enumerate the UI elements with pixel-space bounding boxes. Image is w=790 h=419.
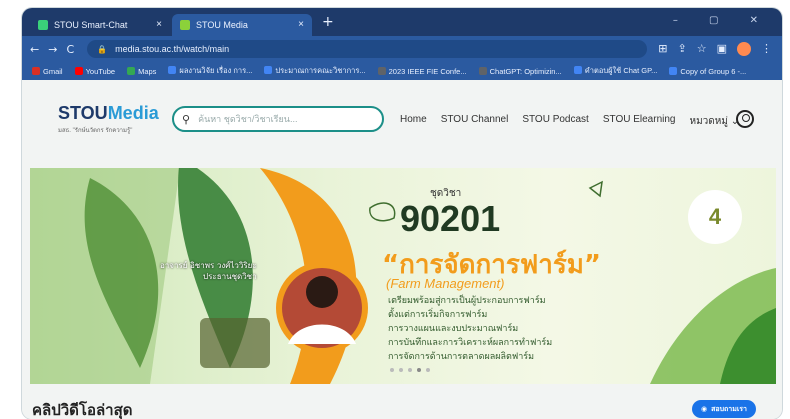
translate-icon[interactable]: ⊞ — [658, 42, 667, 56]
globe-icon — [264, 66, 273, 74]
bookmark-item[interactable]: Gmail — [32, 66, 63, 76]
url-bar[interactable]: 🔒 media.stou.ac.th/watch/main — [87, 40, 648, 58]
logo-text: STOUMedia — [58, 103, 159, 123]
reload-button[interactable]: C — [66, 43, 74, 56]
favicon-icon — [180, 20, 190, 30]
youtube-icon — [74, 66, 83, 75]
maps-icon — [127, 66, 136, 75]
bookmark-label: Gmail — [43, 66, 63, 76]
nav-categories[interactable]: หมวดหมู่ ⌄ — [689, 114, 739, 129]
globe-icon — [168, 66, 177, 74]
forward-button[interactable]: → — [48, 43, 57, 56]
close-tab-icon[interactable]: × — [156, 19, 162, 30]
bookmark-label: YouTube — [85, 66, 116, 76]
profile-avatar[interactable] — [737, 42, 751, 56]
bookmark-item[interactable]: Maps — [127, 66, 157, 76]
bookmark-item[interactable]: 2023 IEEE FIE Confe... — [377, 66, 467, 76]
page-icon — [478, 66, 487, 75]
carousel-dots — [390, 368, 430, 372]
chat-button[interactable]: ◉ สอบถามเรา — [692, 400, 756, 418]
browser-window: STOU Smart-Chat × STOU Media × + – ▢ ✕ ←… — [22, 8, 782, 419]
bookmarks-bar: Gmail YouTube Maps ผลงานวิจัย เรื่อง การ… — [22, 62, 782, 80]
anniversary-badge: 4 — [688, 190, 742, 244]
menu-icon[interactable]: ⋮ — [761, 42, 772, 56]
globe-icon — [573, 66, 582, 74]
banner-topics: เตรียมพร้อมสู่การเป็นผู้ประกอบการฟาร์ม ต… — [388, 294, 552, 364]
close-tab-icon[interactable]: × — [298, 19, 304, 30]
lock-icon: 🔒 — [97, 44, 108, 54]
carousel-dot[interactable] — [390, 368, 394, 372]
globe-icon — [669, 66, 678, 75]
banner-course-name-en: (Farm Management) — [386, 276, 505, 291]
back-button[interactable]: ← — [30, 43, 39, 56]
topic-line: เตรียมพร้อมสู่การเป็นผู้ประกอบการฟาร์ม — [388, 296, 546, 306]
favicon-icon — [38, 20, 48, 30]
bookmark-item[interactable]: ChatGPT: Optimizin... — [478, 66, 562, 76]
url-text: media.stou.ac.th/watch/main — [115, 44, 230, 54]
topic-line: ตั้งแต่การเริ่มกิจการฟาร์ม — [388, 310, 488, 320]
user-account-icon[interactable] — [736, 110, 754, 128]
presenter-caption: อาจารย์ อิชาพร วงศ์ไววิริยะ ประธานชุดวิช… — [160, 260, 257, 282]
topic-line: การวางแผนและงบประมาณฟาร์ม — [388, 324, 519, 334]
star-icon[interactable]: ☆ — [697, 42, 707, 56]
topic-line: การบันทึกและการวิเคราะห์ผลการทำฟาร์ม — [388, 338, 553, 348]
bookmark-label: Copy of Group 6 -... — [680, 66, 747, 76]
address-bar-row: ← → C 🔒 media.stou.ac.th/watch/main ⊞ ⇪ … — [22, 36, 782, 62]
page-icon — [377, 66, 386, 75]
site-logo[interactable]: STOUMedia มสธ. "รักษ์นวัตกร รักความรู้" — [58, 103, 159, 135]
new-tab-button[interactable]: + — [322, 14, 334, 30]
bookmark-label: 2023 IEEE FIE Confe... — [388, 66, 467, 76]
carousel-dot[interactable] — [408, 368, 412, 372]
bookmark-label: Maps — [138, 66, 157, 76]
carousel-dot-active[interactable] — [417, 368, 421, 372]
messenger-icon: ◉ — [701, 405, 708, 413]
site-page: STOUMedia มสธ. "รักษ์นวัตกร รักความรู้" … — [22, 80, 782, 419]
bookmark-item[interactable]: คำตอบผู้ใช้ Chat GP... — [573, 65, 658, 77]
logo-tagline: มสธ. "รักษ์นวัตกร รักความรู้" — [58, 128, 133, 134]
topic-line: การจัดการด้านการตลาดผลผลิตฟาร์ม — [388, 352, 535, 362]
bookmark-item[interactable]: Copy of Group 6 -... — [669, 66, 747, 76]
bookmark-label: ChatGPT: Optimizin... — [489, 66, 562, 76]
tab-strip: STOU Smart-Chat × STOU Media × + – ▢ ✕ — [22, 8, 782, 36]
bookmark-item[interactable]: ผลงานวิจัย เรื่อง การ... — [168, 65, 252, 77]
share-icon[interactable]: ⇪ — [678, 42, 687, 56]
nav-home[interactable]: Home — [400, 114, 427, 129]
toolbar-icons: ⊞ ⇪ ☆ ▣ ⋮ — [658, 42, 772, 56]
main-nav: Home STOU Channel STOU Podcast STOU Elea… — [400, 114, 739, 129]
bookmark-label: ผลงานวิจัย เรื่อง การ... — [179, 66, 253, 75]
tab-stou-media[interactable]: STOU Media × — [172, 14, 312, 36]
search-input[interactable]: ⚲ ค้นหา ชุดวิชา/วิชาเรียน... — [172, 106, 384, 132]
section-title: คลิปวิดีโอล่าสุด — [32, 401, 133, 419]
bookmark-item[interactable]: ประมาณการคณะวิชาการ... — [264, 65, 366, 77]
carousel-dot[interactable] — [399, 368, 403, 372]
tab-smart-chat[interactable]: STOU Smart-Chat × — [30, 14, 170, 36]
nav-stou-elearning[interactable]: STOU Elearning — [603, 114, 676, 129]
gmail-icon — [32, 66, 40, 75]
bookmark-label: คำตอบผู้ใช้ Chat GP... — [584, 66, 658, 75]
bookmark-item[interactable]: YouTube — [74, 66, 116, 76]
sidebar-icon[interactable]: ▣ — [717, 42, 727, 56]
nav-stou-podcast[interactable]: STOU Podcast — [522, 114, 589, 129]
presenter-role: ประธานชุดวิชา — [203, 272, 257, 281]
presenter-name: อาจารย์ อิชาพร วงศ์ไววิริยะ — [160, 261, 257, 270]
tab-label: STOU Media — [196, 20, 248, 30]
carousel-dot[interactable] — [426, 368, 430, 372]
search-placeholder: ค้นหา ชุดวิชา/วิชาเรียน... — [198, 114, 298, 124]
hero-banner[interactable]: ชุดวิชา 90201 “การจัดการฟาร์ม” (Farm Man… — [30, 168, 776, 384]
nav-stou-channel[interactable]: STOU Channel — [441, 114, 509, 129]
search-icon: ⚲ — [182, 113, 191, 126]
window-controls[interactable]: – ▢ ✕ — [673, 15, 772, 26]
tab-label: STOU Smart-Chat — [54, 20, 128, 30]
banner-course-code: 90201 — [400, 198, 501, 239]
bookmark-label: ประมาณการคณะวิชาการ... — [275, 66, 366, 75]
chat-button-label: สอบถามเรา — [711, 404, 747, 413]
